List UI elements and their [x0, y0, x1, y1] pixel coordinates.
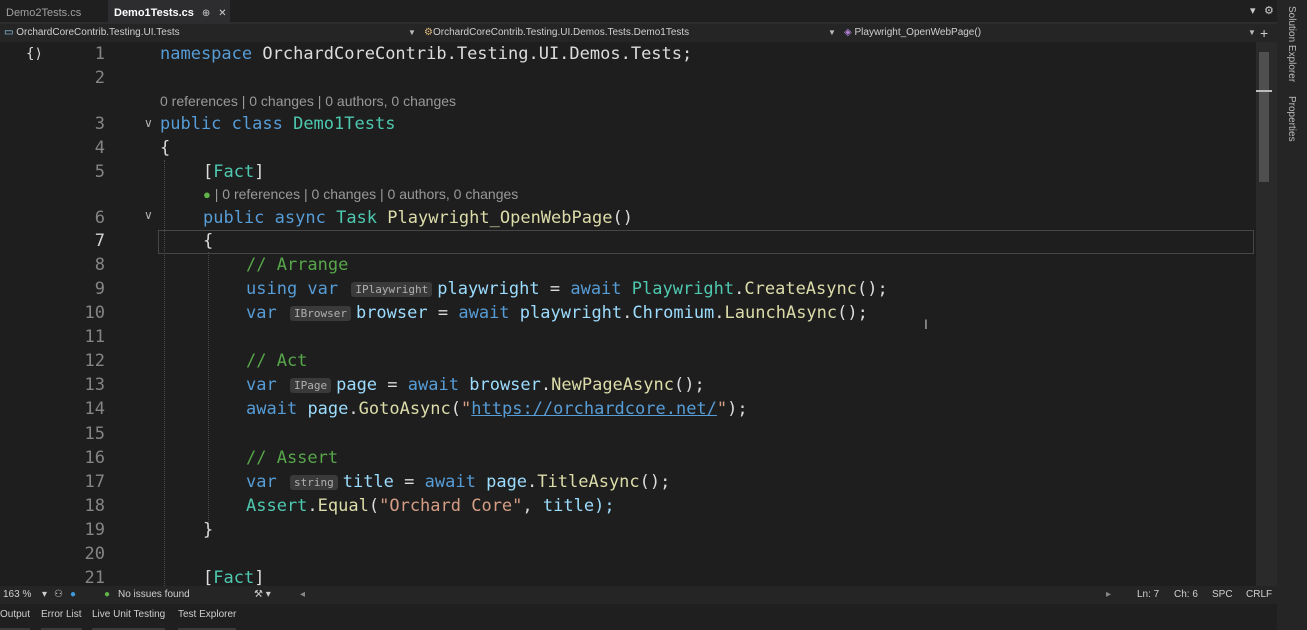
tab-dropdown-icon[interactable]: ▾	[1250, 4, 1256, 17]
codelens-method[interactable]: ● | 0 references | 0 changes | 0 authors…	[203, 184, 518, 205]
tab-demo1tests[interactable]: Demo1Tests.cs ⊕ ✕	[108, 0, 230, 22]
chevron-down-icon[interactable]: ▼	[828, 24, 836, 42]
tab-demo2tests[interactable]: Demo2Tests.cs	[0, 0, 104, 22]
code-line-13: var IPage page = await browser.NewPageAsy…	[246, 375, 705, 395]
code-editor[interactable]: {⟩ ∨ ∨ 0 references | 0 changes | 0 auth…	[0, 42, 1256, 586]
line-number: 6	[94, 208, 105, 228]
add-icon[interactable]: +	[1260, 24, 1268, 42]
line-number: 14	[84, 399, 105, 419]
line-number: 1	[94, 44, 105, 64]
code-line-8: // Arrange	[246, 255, 349, 275]
code-line-4: {	[160, 138, 171, 158]
caret-position-marker	[1256, 90, 1272, 92]
method-icon: ◈	[844, 27, 852, 38]
code-line-12: // Act	[246, 351, 308, 371]
solution-explorer-tab[interactable]: Solution Explorer	[1286, 6, 1297, 82]
vertical-scrollbar[interactable]	[1256, 42, 1277, 586]
line-number: 19	[84, 520, 105, 540]
collapse-icon[interactable]: ∨	[144, 116, 153, 130]
code-line-17: var string title = await page.TitleAsync(…	[246, 472, 671, 492]
tool-window-tabs: Output Error List Live Unit Testing Test…	[0, 604, 1277, 630]
line-number: 20	[84, 544, 105, 564]
column-indicator[interactable]: Ch: 6	[1174, 586, 1198, 604]
side-panel-strip: Solution Explorer Properties	[1277, 0, 1307, 630]
line-number: 2	[94, 68, 105, 88]
code-line-6: public async Task Playwright_OpenWebPage…	[203, 208, 633, 228]
code-line-7: {	[203, 231, 214, 251]
line-number: 5	[94, 162, 105, 182]
status-icon[interactable]: ●	[70, 586, 76, 604]
project-dropdown[interactable]: ▭ OrchardCoreContrib.Testing.UI.Tests	[4, 24, 180, 42]
tab-output[interactable]: Output	[0, 609, 31, 630]
code-line-10: var IBrowser browser = await playwright.C…	[246, 303, 868, 323]
copilot-icon[interactable]: ⚇	[54, 586, 63, 604]
cleanup-brush-icon[interactable]: ⚒ ▾	[254, 586, 271, 604]
tab-live-unit-testing[interactable]: Live Unit Testing	[92, 609, 166, 630]
code-line-14: await page.GotoAsync("https://orchardcor…	[246, 399, 748, 419]
codelens-class[interactable]: 0 references | 0 changes | 0 authors, 0 …	[160, 91, 456, 111]
tab-label: Demo1Tests.cs	[114, 7, 194, 19]
indent-guide	[164, 160, 165, 586]
zoom-level[interactable]: 163 %	[3, 586, 31, 604]
namespace-scope-icon: {⟩	[26, 46, 43, 62]
line-number: 9	[94, 279, 105, 299]
code-line-9: using var IPlaywright playwright = await …	[246, 279, 888, 299]
properties-tab[interactable]: Properties	[1286, 96, 1297, 142]
pin-icon[interactable]: ⊕	[202, 8, 210, 19]
line-indicator[interactable]: Ln: 7	[1137, 586, 1159, 604]
scroll-left-icon[interactable]: ◂	[300, 586, 305, 604]
chevron-down-icon[interactable]: ▼	[408, 24, 416, 42]
settings-gear-icon[interactable]: ⚙	[1264, 4, 1274, 17]
scrollbar-thumb[interactable]	[1259, 52, 1269, 182]
code-line-18: Assert.Equal("Orchard Core", title);	[246, 496, 615, 516]
chevron-down-icon[interactable]: ▼	[1248, 24, 1256, 42]
check-circle-icon: ●	[203, 187, 211, 202]
current-line-highlight	[158, 230, 1254, 254]
collapse-icon[interactable]: ∨	[144, 208, 153, 222]
tab-label: Demo2Tests.cs	[6, 7, 82, 19]
chevron-down-icon[interactable]: ▾	[42, 586, 47, 604]
inlay-type-hint: IBrowser	[289, 306, 351, 321]
editor-status-bar: 163 % ▾ ⚇ ● ● No issues found ⚒ ▾ ◂ ▸ Ln…	[0, 586, 1277, 604]
code-line-1: namespace OrchardCoreContrib.Testing.UI.…	[160, 44, 693, 64]
line-number: 3	[94, 114, 105, 134]
line-number: 13	[84, 375, 105, 395]
inlay-type-hint: string	[289, 475, 338, 490]
line-number: 12	[84, 351, 105, 371]
line-number: 15	[84, 424, 105, 444]
code-line-3: public class Demo1Tests	[160, 114, 396, 134]
close-icon[interactable]: ✕	[218, 8, 226, 19]
line-number: 18	[84, 496, 105, 516]
scroll-right-icon[interactable]: ▸	[1106, 586, 1111, 604]
navigation-bar: ▭ OrchardCoreContrib.Testing.UI.Tests ▼ …	[0, 24, 1277, 42]
line-number: 11	[84, 327, 105, 347]
whitespace-indicator[interactable]: SPC	[1212, 586, 1233, 604]
inlay-type-hint: IPage	[289, 378, 332, 393]
line-number: 21	[84, 568, 105, 586]
code-line-16: // Assert	[246, 448, 339, 468]
line-number: 16	[84, 448, 105, 468]
line-ending-indicator[interactable]: CRLF	[1246, 586, 1272, 604]
class-dropdown[interactable]: ⚙OrchardCoreContrib.Testing.UI.Demos.Tes…	[424, 24, 689, 42]
url-link[interactable]: https://orchardcore.net/	[471, 399, 717, 419]
issues-status[interactable]: No issues found	[118, 586, 190, 604]
member-dropdown[interactable]: ◈ Playwright_OpenWebPage()	[844, 24, 981, 42]
line-number: 7	[94, 231, 105, 251]
line-number: 10	[84, 303, 105, 323]
line-number: 4	[94, 138, 105, 158]
document-tab-bar: Demo2Tests.cs Demo1Tests.cs ⊕ ✕ ▾ ⚙	[0, 0, 1277, 24]
text-cursor-icon: I	[924, 316, 928, 332]
code-line-5: [Fact]	[203, 162, 265, 182]
check-circle-icon: ●	[104, 589, 111, 600]
line-number: 17	[84, 472, 105, 492]
inlay-type-hint: IPlaywright	[351, 282, 433, 297]
class-icon: ⚙	[424, 27, 433, 38]
indent-guide	[208, 252, 209, 538]
tab-test-explorer[interactable]: Test Explorer	[178, 609, 237, 630]
project-icon: ▭	[4, 27, 14, 38]
line-number: 8	[94, 255, 105, 275]
code-line-21: [Fact]	[203, 568, 265, 586]
tab-error-list[interactable]: Error List	[41, 609, 82, 630]
code-line-19: }	[203, 520, 214, 540]
